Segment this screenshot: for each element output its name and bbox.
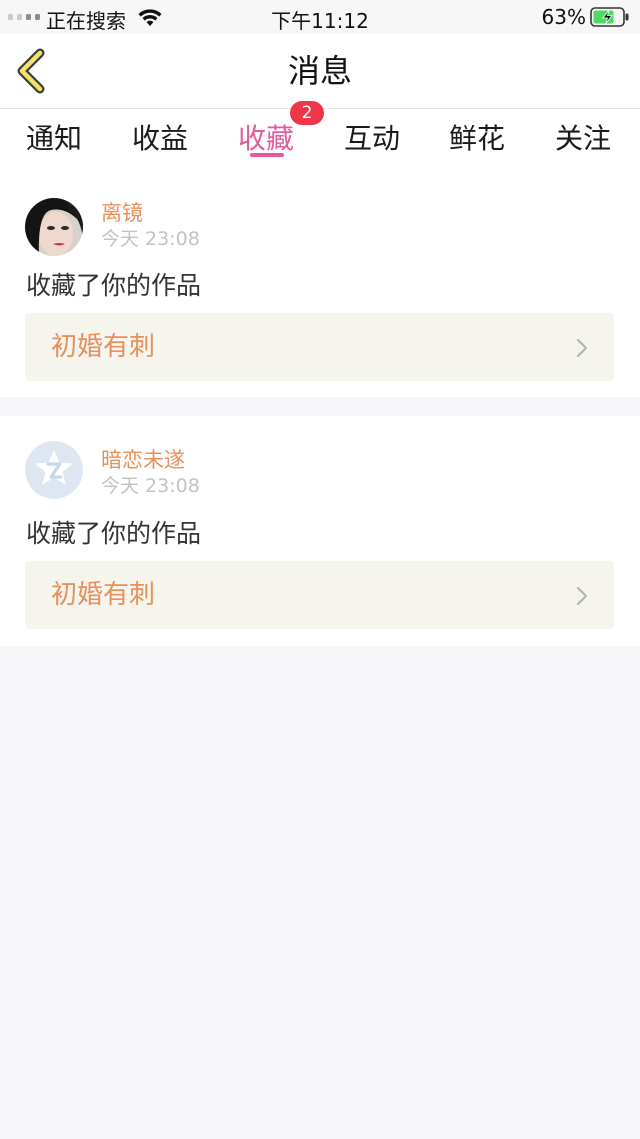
default-avatar-icon[interactable] [25,441,83,499]
timestamp: 今天 23:08 [101,228,200,250]
work-title: 初婚有刺 [51,580,156,610]
work-link[interactable]: 初婚有刺 [25,561,614,629]
tab-earnings[interactable]: 收益 [132,113,188,165]
tab-favorites-badge: 2 [290,101,324,125]
chevron-right-icon [576,338,588,358]
chevron-right-icon [576,586,588,606]
tab-flowers[interactable]: 鲜花 [449,113,505,165]
work-title: 初婚有刺 [51,332,156,362]
timestamp: 今天 23:08 [101,475,200,497]
notification-card: 暗恋未遂 今天 23:08 收藏了你的作品 初婚有刺 [0,416,640,646]
page-title: 消息 [287,52,352,90]
action-text: 收藏了你的作品 [26,271,202,300]
nav-bar: 消息 [0,34,640,109]
user-avatar[interactable] [25,198,83,256]
tab-favorites[interactable]: 收藏 [238,113,294,165]
battery-percent: 63% [541,5,586,29]
tab-follows[interactable]: 关注 [555,113,611,165]
tab-notices[interactable]: 通知 [26,113,82,165]
work-link[interactable]: 初婚有刺 [25,313,614,381]
active-tab-indicator [250,153,284,157]
tab-interactions[interactable]: 互动 [344,113,400,165]
action-text: 收藏了你的作品 [26,519,202,548]
status-bar: 正在搜索 下午11:12 63% [0,0,640,34]
battery-charging-icon [590,7,629,27]
user-name[interactable]: 暗恋未遂 [101,444,185,474]
notification-card: 离镜 今天 23:08 收藏了你的作品 初婚有刺 [0,177,640,397]
user-name[interactable]: 离镜 [101,197,143,227]
